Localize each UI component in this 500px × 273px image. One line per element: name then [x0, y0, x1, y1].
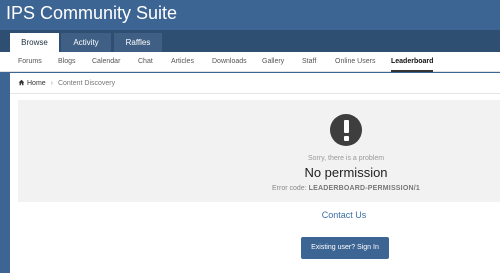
tab-raffles[interactable]: Raffles — [114, 33, 162, 52]
subnav-chat[interactable]: Chat — [138, 52, 153, 72]
subnav-calendar[interactable]: Calendar — [92, 52, 120, 72]
divider — [10, 93, 500, 94]
site-title[interactable]: IPS Community Suite — [6, 2, 177, 24]
error-panel: Sorry, there is a problem No permission … — [18, 100, 500, 202]
subnav-leaderboard[interactable]: Leaderboard — [391, 52, 434, 72]
breadcrumb-separator: › — [50, 80, 53, 87]
subnav-downloads[interactable]: Downloads — [212, 52, 247, 72]
subnav-forums[interactable]: Forums — [18, 52, 42, 72]
exclamation-icon — [330, 114, 362, 146]
breadcrumb-home-label: Home — [27, 80, 46, 87]
subnav-blogs[interactable]: Blogs — [58, 52, 76, 72]
tab-browse[interactable]: Browse — [10, 33, 59, 52]
exclamation-bar — [343, 120, 349, 133]
error-code-label: Error code: — [272, 185, 307, 192]
home-icon — [18, 79, 25, 86]
subnav-gallery[interactable]: Gallery — [262, 52, 284, 72]
primary-nav: Browse Activity Raffles — [0, 30, 500, 52]
breadcrumb-home[interactable]: Home — [18, 79, 48, 87]
error-title: No permission — [304, 165, 388, 180]
site-header: IPS Community Suite — [0, 0, 500, 30]
tab-activity[interactable]: Activity — [61, 33, 111, 52]
main-content: Home › Content Discovery Sorry, there is… — [10, 73, 500, 273]
error-code-value: LEADERBOARD-PERMISSION/1 — [308, 185, 420, 192]
exclamation-dot — [343, 135, 349, 141]
subnav-articles[interactable]: Articles — [171, 52, 194, 72]
contact-us-link[interactable]: Contact Us — [284, 209, 404, 221]
breadcrumb-current[interactable]: Content Discovery — [58, 80, 115, 87]
error-code: Error code: LEADERBOARD-PERMISSION/1 — [246, 184, 446, 194]
page: IPS Community Suite Browse Activity Raff… — [0, 0, 500, 273]
secondary-nav: Forums Blogs Calendar Chat Articles Down… — [0, 52, 500, 72]
sign-in-button[interactable]: Existing user? Sign In — [301, 237, 389, 259]
error-subtitle: Sorry, there is a problem — [307, 155, 385, 162]
subnav-online-users[interactable]: Online Users — [335, 52, 375, 72]
subnav-staff[interactable]: Staff — [302, 52, 316, 72]
breadcrumb: Home › Content Discovery — [18, 78, 115, 90]
